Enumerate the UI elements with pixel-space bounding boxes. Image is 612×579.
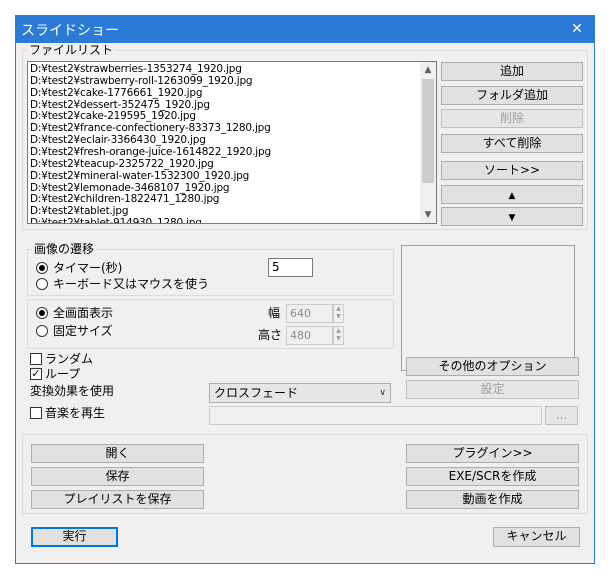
list-item[interactable]: D:¥test2¥fresh-orange-juice-1614822_1920… bbox=[30, 146, 271, 158]
move-down-button[interactable]: ▼ bbox=[441, 207, 583, 226]
settings-button[interactable]: 設定 bbox=[406, 380, 579, 399]
spin-up-icon: ▲ bbox=[336, 327, 341, 334]
scroll-up-icon[interactable]: ▲ bbox=[420, 62, 436, 78]
music-path-input[interactable] bbox=[209, 406, 542, 425]
arrow-up-icon: ▲ bbox=[508, 191, 516, 201]
close-icon[interactable]: ✕ bbox=[560, 16, 594, 43]
list-item[interactable]: D:¥test2¥tablet-914930_1280.jpg bbox=[30, 217, 202, 223]
file-listbox[interactable]: D:¥test2¥strawberries-1353274_1920.jpg D:… bbox=[27, 61, 437, 224]
height-label: 高さ bbox=[258, 328, 283, 342]
list-item[interactable]: D:¥test2¥cake-1776661_1920.jpg bbox=[30, 87, 203, 99]
music-label: 音楽を再生 bbox=[45, 406, 106, 420]
list-item[interactable]: D:¥test2¥strawberry-roll-1263099_1920.jp… bbox=[30, 75, 253, 87]
list-item[interactable]: D:¥test2¥dessert-352475_1920.jpg bbox=[30, 99, 210, 111]
add-folder-button[interactable]: フォルダ追加 bbox=[441, 86, 583, 105]
timer-seconds-input[interactable]: 5 bbox=[268, 258, 313, 277]
open-button[interactable]: 開く bbox=[31, 444, 204, 463]
effect-value: クロスフェード bbox=[214, 386, 299, 400]
run-button[interactable]: 実行 bbox=[31, 527, 118, 547]
image-preview bbox=[401, 245, 575, 371]
scroll-down-icon[interactable]: ▼ bbox=[420, 207, 436, 223]
list-item[interactable]: D:¥test2¥tablet.jpg bbox=[30, 205, 129, 217]
list-item[interactable]: D:¥test2¥teacup-2325722_1920.jpg bbox=[30, 158, 214, 170]
effect-select[interactable]: クロスフェード ∨ bbox=[209, 383, 391, 403]
browse-music-button[interactable]: ... bbox=[545, 406, 578, 425]
add-button[interactable]: 追加 bbox=[441, 62, 583, 81]
list-item[interactable]: D:¥test2¥children-1822471_1280.jpg bbox=[30, 193, 219, 205]
effect-label: 変換効果を使用 bbox=[30, 384, 115, 398]
fixed-size-label: 固定サイズ bbox=[53, 324, 113, 338]
keyboard-mouse-label: キーボード又はマウスを使う bbox=[53, 277, 210, 291]
timer-radio[interactable] bbox=[36, 262, 48, 274]
list-item[interactable]: D:¥test2¥france-confectionery-83373_1280… bbox=[30, 122, 271, 134]
spin-up-icon: ▲ bbox=[336, 305, 341, 312]
chevron-down-icon: ∨ bbox=[379, 388, 386, 398]
sort-button[interactable]: ソート>> bbox=[441, 161, 583, 180]
keyboard-mouse-radio[interactable] bbox=[36, 278, 48, 290]
loop-label: ループ bbox=[45, 367, 81, 381]
slideshow-dialog: スライドショー ✕ ファイルリスト D:¥test2¥strawberries-… bbox=[15, 15, 595, 564]
loop-checkbox[interactable]: ✓ bbox=[30, 368, 42, 380]
save-button[interactable]: 保存 bbox=[31, 467, 204, 486]
width-input[interactable]: 640 bbox=[286, 304, 333, 323]
plugin-button[interactable]: プラグイン>> bbox=[406, 444, 579, 463]
window-title: スライドショー bbox=[21, 23, 119, 39]
width-label: 幅 bbox=[268, 306, 281, 320]
cancel-button[interactable]: キャンセル bbox=[493, 527, 580, 547]
height-spinner[interactable]: ▲ ▼ bbox=[333, 326, 344, 345]
list-item[interactable]: D:¥test2¥strawberries-1353274_1920.jpg bbox=[30, 63, 242, 75]
create-exe-button[interactable]: EXE/SCRを作成 bbox=[406, 467, 579, 486]
transition-legend: 画像の遷移 bbox=[32, 242, 97, 256]
create-video-button[interactable]: 動画を作成 bbox=[406, 490, 579, 509]
height-input[interactable]: 480 bbox=[286, 326, 333, 345]
list-item[interactable]: D:¥test2¥mineral-water-1532300_1920.jpg bbox=[30, 170, 249, 182]
list-item[interactable]: D:¥test2¥cake-219595_1920.jpg bbox=[30, 110, 196, 122]
fullscreen-label: 全画面表示 bbox=[53, 306, 114, 320]
list-item[interactable]: D:¥test2¥eclair-3366430_1920.jpg bbox=[30, 134, 206, 146]
delete-button[interactable]: 削除 bbox=[441, 109, 583, 128]
random-label: ランダム bbox=[45, 352, 94, 366]
arrow-down-icon: ▼ bbox=[508, 213, 516, 223]
list-scrollbar[interactable]: ▲ ▼ bbox=[420, 62, 436, 223]
scroll-thumb[interactable] bbox=[422, 79, 434, 183]
spin-down-icon: ▼ bbox=[336, 313, 341, 320]
music-checkbox[interactable] bbox=[30, 407, 42, 419]
save-playlist-button[interactable]: プレイリストを保存 bbox=[31, 490, 204, 509]
fixed-size-radio[interactable] bbox=[36, 325, 48, 337]
delete-all-button[interactable]: すべて削除 bbox=[441, 134, 583, 153]
timer-label: タイマー(秒) bbox=[53, 261, 123, 275]
other-options-button[interactable]: その他のオプション bbox=[406, 357, 579, 376]
file-list-legend: ファイルリスト bbox=[27, 43, 116, 57]
title-bar: スライドショー ✕ bbox=[16, 16, 594, 43]
check-icon: ✓ bbox=[31, 367, 41, 380]
spin-down-icon: ▼ bbox=[336, 335, 341, 342]
fullscreen-radio[interactable] bbox=[36, 307, 48, 319]
list-item[interactable]: D:¥test2¥lemonade-3468107_1920.jpg bbox=[30, 182, 230, 194]
move-up-button[interactable]: ▲ bbox=[441, 185, 583, 204]
random-checkbox[interactable] bbox=[30, 353, 42, 365]
width-spinner[interactable]: ▲ ▼ bbox=[333, 304, 344, 323]
